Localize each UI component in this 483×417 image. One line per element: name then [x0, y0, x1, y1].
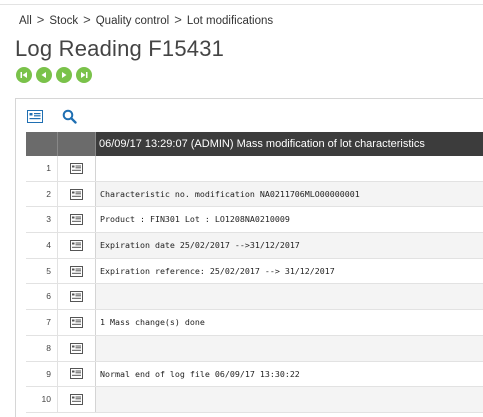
row-detail-icon[interactable]: [58, 361, 96, 387]
row-number-column-header: [26, 132, 58, 156]
first-record-icon[interactable]: [16, 67, 32, 83]
breadcrumb-stock[interactable]: Stock: [49, 15, 78, 27]
previous-record-icon[interactable]: [36, 67, 52, 83]
table-row[interactable]: 5 Expiration reference: 25/02/2017 --> 31…: [26, 258, 483, 285]
next-record-icon[interactable]: [56, 67, 72, 83]
log-grid: 06/09/17 13:29:07 (ADMIN) Mass modificat…: [26, 132, 483, 413]
grid-header: 06/09/17 13:29:07 (ADMIN) Mass modificat…: [26, 132, 483, 156]
row-detail-icon[interactable]: [58, 207, 96, 233]
table-row[interactable]: 3 Product : FIN301 Lot : LO1208NA0210009: [26, 207, 483, 234]
row-detail-icon[interactable]: [58, 335, 96, 361]
table-row[interactable]: 6: [26, 284, 483, 311]
row-detail-icon[interactable]: [58, 387, 96, 412]
row-number: 7: [26, 310, 58, 335]
row-detail-icon[interactable]: [58, 258, 96, 284]
table-row[interactable]: 1: [26, 156, 483, 182]
log-line: Normal end of log file 06/09/17 13:30:22: [100, 368, 300, 379]
log-panel: 06/09/17 13:29:07 (ADMIN) Mass modificat…: [15, 98, 483, 417]
row-detail-icon[interactable]: [58, 156, 96, 181]
row-number: 9: [26, 361, 58, 387]
search-icon[interactable]: [60, 107, 78, 125]
breadcrumb-separator: >: [174, 12, 182, 27]
table-row[interactable]: 9 Normal end of log file 06/09/17 13:30:2…: [26, 361, 483, 388]
grid-toolbar: [16, 99, 483, 132]
last-record-icon[interactable]: [76, 67, 92, 83]
breadcrumb-lot-modifications[interactable]: Lot modifications: [187, 15, 273, 27]
record-navigation: [16, 67, 92, 83]
row-detail-icon[interactable]: [58, 181, 96, 207]
top-divider: [0, 4, 483, 5]
log-line: Characteristic no. modification NA021170…: [96, 181, 483, 207]
log-line: [96, 335, 483, 361]
row-number: 8: [26, 335, 58, 361]
grid-body: 1 2 Characteristic no. modification NA0211…: [26, 156, 483, 413]
table-row[interactable]: 2 Characteristic no. modification NA02117…: [26, 181, 483, 208]
log-header-message: 06/09/17 13:29:07 (ADMIN) Mass modificat…: [96, 132, 483, 156]
log-line: 1 Mass change(s) done: [100, 317, 205, 328]
log-line: Expiration reference: 25/02/2017 --> 31/…: [100, 265, 335, 276]
log-line: Expiration date 25/02/2017 -->31/12/2017: [96, 233, 483, 258]
row-number: 2: [26, 181, 58, 207]
row-number: 6: [26, 284, 58, 310]
breadcrumb-all[interactable]: All: [19, 15, 32, 27]
row-number: 1: [26, 156, 58, 181]
log-line: [96, 284, 483, 310]
breadcrumb-separator: >: [36, 12, 45, 27]
log-line: Product : FIN301 Lot : LO1208NA0210009: [100, 214, 290, 225]
table-row[interactable]: 7 1 Mass change(s) done: [26, 310, 483, 336]
breadcrumb-quality-control[interactable]: Quality control: [96, 15, 170, 27]
log-line: [96, 387, 483, 412]
row-number: 4: [26, 233, 58, 258]
row-number: 3: [26, 207, 58, 233]
page-title: Log Reading F15431: [15, 36, 225, 61]
action-column-header: [58, 132, 96, 156]
table-row[interactable]: 10: [26, 387, 483, 413]
table-row[interactable]: 4 Expiration date 25/02/2017 -->31/12/201…: [26, 233, 483, 259]
row-detail-icon[interactable]: [58, 233, 96, 258]
row-detail-icon[interactable]: [58, 284, 96, 310]
table-row[interactable]: 8: [26, 335, 483, 362]
breadcrumb: All > Stock > Quality control > Lot modificati…: [19, 12, 273, 27]
row-number: 5: [26, 258, 58, 284]
row-number: 10: [26, 387, 58, 412]
detail-view-icon[interactable]: [26, 107, 44, 125]
row-detail-icon[interactable]: [58, 310, 96, 335]
breadcrumb-separator: >: [83, 12, 91, 27]
